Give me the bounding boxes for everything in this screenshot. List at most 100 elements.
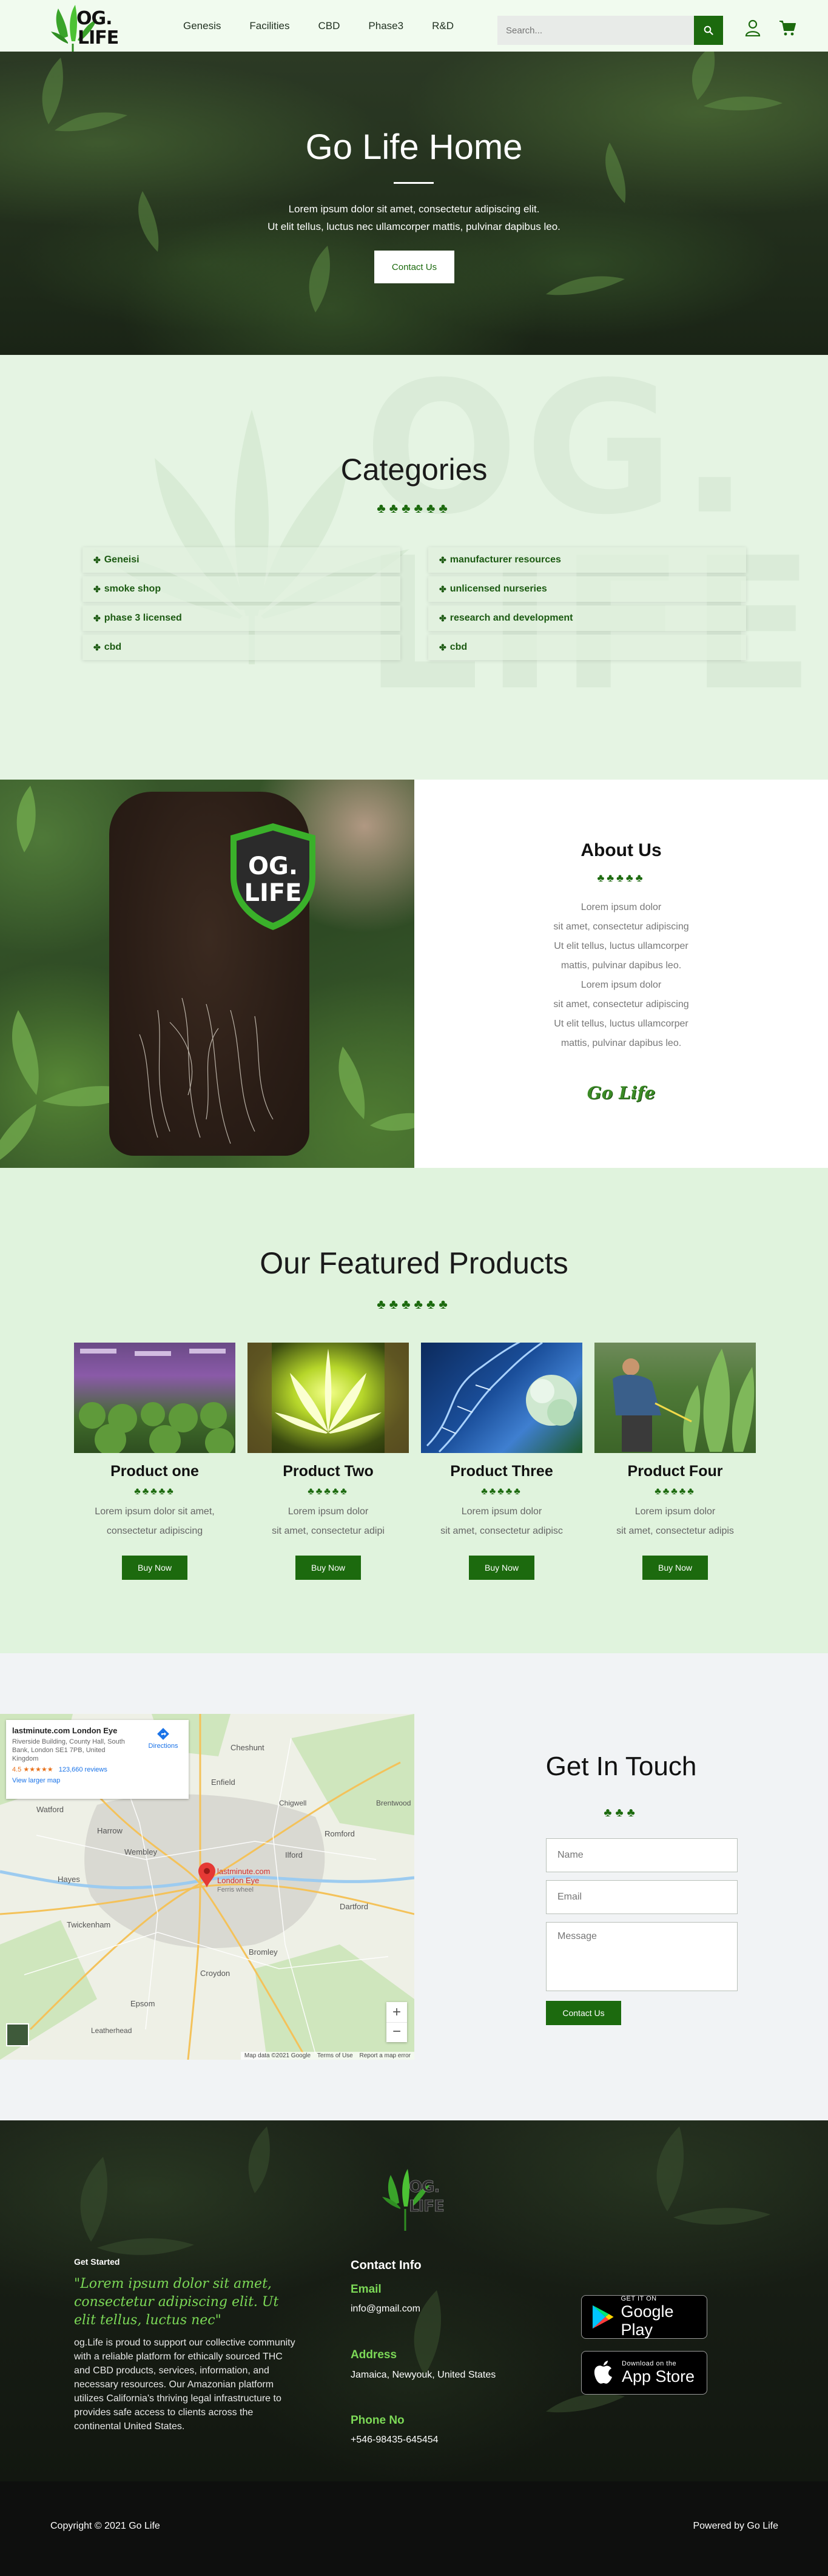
- product-name: Product Two: [283, 1463, 374, 1480]
- address-label: Address: [351, 2348, 397, 2361]
- product-desc-line2: sit amet, consectetur adipisc: [440, 1526, 563, 1536]
- zoom-out-button[interactable]: −: [386, 2022, 407, 2042]
- map-terms-link[interactable]: Terms of Use: [317, 2052, 353, 2059]
- category-label: cbd: [449, 642, 468, 652]
- go-life-signature: Go Life: [587, 1083, 656, 1103]
- cart-icon[interactable]: [779, 19, 796, 36]
- email-field[interactable]: [546, 1880, 738, 1914]
- featured-products-section: Our Featured Products ♣♣♣♣♣♣ Product one…: [0, 1168, 828, 1653]
- product-description: Lorem ipsum dolor sit amet, consectetur …: [594, 1502, 756, 1541]
- app-store-small: Download on the: [622, 2360, 677, 2367]
- buy-now-button[interactable]: Buy Now: [469, 1556, 534, 1580]
- nav-link-cbd[interactable]: CBD: [318, 20, 340, 32]
- name-field[interactable]: [546, 1838, 738, 1872]
- map-label-hayes: Hayes: [58, 1875, 80, 1884]
- directions-icon: [157, 1728, 169, 1740]
- user-icon[interactable]: [745, 19, 761, 36]
- search-icon: [704, 25, 713, 35]
- phone-label: Phone No: [351, 2414, 405, 2427]
- hero-divider: [394, 182, 434, 184]
- category-geneisi[interactable]: ✤ Geneisi: [82, 547, 400, 573]
- nav-link-rnd[interactable]: R&D: [432, 20, 454, 32]
- footer-og-life-logo[interactable]: OG. LIFE: [380, 2163, 446, 2236]
- category-label: smoke shop: [104, 584, 161, 594]
- zoom-in-button[interactable]: +: [386, 2002, 407, 2022]
- nav-link-phase3[interactable]: Phase3: [368, 20, 403, 32]
- category-manufacturer-resources[interactable]: ✤ manufacturer resources: [428, 547, 746, 573]
- site-header: OG. LIFE Genesis Facilities CBD Phase3 R…: [0, 0, 828, 52]
- nav-link-facilities[interactable]: Facilities: [249, 20, 289, 32]
- contact-section: Enfield Cheshunt Chigwell Romford Harrow…: [0, 1653, 828, 2120]
- rating-stars-icon: ★★★★★: [23, 1766, 53, 1773]
- search-button[interactable]: [694, 16, 723, 45]
- category-cbd-right[interactable]: ✤ cbd: [428, 635, 746, 660]
- about-tree-icons: ♣♣♣♣♣: [597, 872, 645, 884]
- google-play-icon: [592, 2305, 614, 2329]
- phone-value[interactable]: +546-98435-645454: [351, 2435, 439, 2446]
- about-section: OG. LIFE About Us ♣♣♣♣♣ Lorem ipsum dolo…: [0, 780, 828, 1168]
- about-p2-line4: mattis, pulvinar dapibus leo.: [560, 1038, 682, 1048]
- map-report-link[interactable]: Report a map error: [360, 2052, 411, 2059]
- og-life-logo[interactable]: OG. LIFE: [50, 4, 127, 53]
- powered-by-text: Powered by Go Life: [693, 2521, 778, 2531]
- product-image[interactable]: [421, 1343, 582, 1453]
- about-text: Lorem ipsum dolor sit amet, consectetur …: [414, 898, 828, 1053]
- product-desc-line1: Lorem ipsum dolor: [461, 1506, 542, 1517]
- hero-subtitle: Lorem ipsum dolor sit amet, consectetur …: [0, 200, 828, 235]
- map-label-enfield: Enfield: [211, 1778, 235, 1787]
- product-card: Product Two ♣♣♣♣♣ Lorem ipsum dolor sit …: [247, 1343, 409, 1580]
- og-life-shield-logo: OG. LIFE: [231, 823, 315, 930]
- category-phase-3-licensed[interactable]: ✤ phase 3 licensed: [82, 605, 400, 631]
- apple-icon: [594, 2361, 612, 2384]
- category-unlicensed-nurseries[interactable]: ✤ unlicensed nurseries: [428, 576, 746, 602]
- directions-button[interactable]: Directions: [145, 1727, 181, 1750]
- place-reviews-link[interactable]: 123,660 reviews: [59, 1766, 107, 1773]
- shield-logo-bottom: LIFE: [244, 879, 301, 907]
- leaf-icon: ✤: [93, 613, 101, 623]
- product-image[interactable]: [594, 1343, 756, 1453]
- product-desc-line2: consectetur adipiscing: [106, 1526, 203, 1536]
- nav-link-genesis[interactable]: Genesis: [183, 20, 221, 32]
- view-larger-map-link[interactable]: View larger map: [12, 1777, 183, 1784]
- google-play-badge[interactable]: GET IT ON Google Play: [581, 2295, 707, 2339]
- category-cbd-left[interactable]: ✤ cbd: [82, 635, 400, 660]
- satellite-view-toggle[interactable]: [6, 2023, 29, 2046]
- category-research-and-development[interactable]: ✤ research and development: [428, 605, 746, 631]
- contact-submit-button[interactable]: Contact Us: [546, 2001, 621, 2025]
- map-label-wembley: Wembley: [124, 1847, 157, 1856]
- categories-title: Categories: [340, 453, 488, 487]
- og-life-watermark: OG.LIFE: [364, 355, 815, 716]
- product-desc-line1: Lorem ipsum dolor: [288, 1506, 369, 1517]
- place-rating: 4.5: [12, 1766, 22, 1773]
- product-card: Product Four ♣♣♣♣♣ Lorem ipsum dolor sit…: [594, 1343, 756, 1580]
- product-name: Product Four: [627, 1463, 723, 1480]
- category-label: cbd: [104, 642, 122, 652]
- product-image[interactable]: [247, 1343, 409, 1453]
- svg-text:OG.: OG.: [76, 8, 112, 29]
- map-pin-icon[interactable]: [198, 1863, 216, 1888]
- buy-now-button[interactable]: Buy Now: [642, 1556, 708, 1580]
- get-started-label: Get Started: [74, 2257, 120, 2267]
- product-image[interactable]: [74, 1343, 235, 1453]
- place-rating-row: 4.5 ★★★★★ 123,660 reviews: [12, 1765, 183, 1773]
- google-play-small: GET IT ON: [621, 2295, 657, 2302]
- google-map[interactable]: Enfield Cheshunt Chigwell Romford Harrow…: [0, 1714, 414, 2060]
- email-label: Email: [351, 2283, 382, 2296]
- hero-contact-button[interactable]: Contact Us: [374, 251, 454, 283]
- buy-now-button[interactable]: Buy Now: [295, 1556, 361, 1580]
- map-zoom-controls: + −: [386, 2002, 407, 2042]
- product-description: Lorem ipsum dolor sit amet, consectetur …: [421, 1502, 582, 1541]
- app-store-badge[interactable]: Download on the App Store: [581, 2351, 707, 2395]
- product-card: Product Three ♣♣♣♣♣ Lorem ipsum dolor si…: [421, 1343, 582, 1580]
- hero-banner: Go Life Home Lorem ipsum dolor sit amet,…: [0, 52, 828, 355]
- email-value[interactable]: info@gmail.com: [351, 2304, 420, 2315]
- buy-now-button[interactable]: Buy Now: [122, 1556, 187, 1580]
- product-tree-icons: ♣♣♣♣♣: [655, 1486, 696, 1497]
- address-value: Jamaica, Newyouk, United States: [351, 2370, 496, 2380]
- message-field[interactable]: [546, 1922, 738, 1991]
- search-input[interactable]: [497, 16, 694, 45]
- product-desc-line2: sit amet, consectetur adipis: [616, 1526, 734, 1536]
- category-smoke-shop[interactable]: ✤ smoke shop: [82, 576, 400, 602]
- footer-quote: "Lorem ipsum dolor sit amet, consectetur…: [74, 2276, 279, 2328]
- map-label-brentwood: Brentwood: [376, 1799, 411, 1807]
